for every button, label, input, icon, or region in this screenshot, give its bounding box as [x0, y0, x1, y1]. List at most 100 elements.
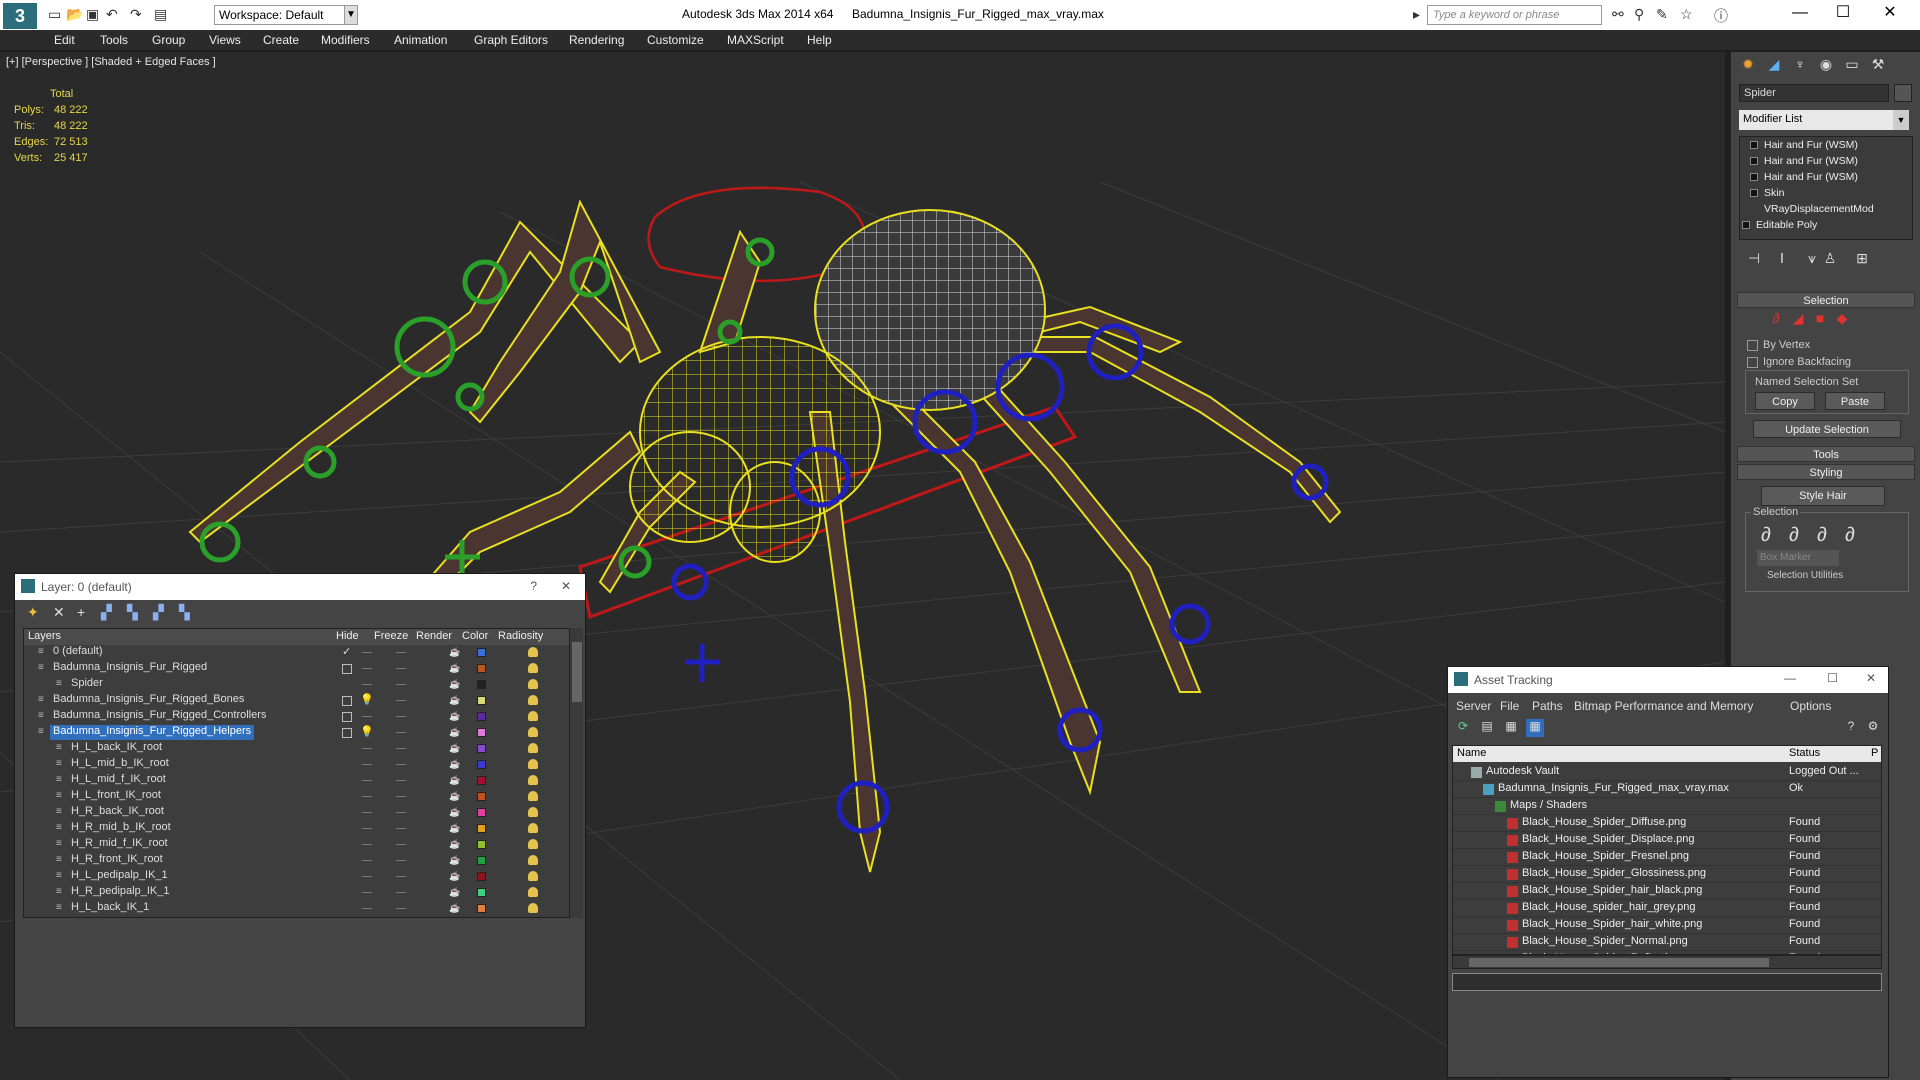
layer-help-button[interactable]: ?	[530, 579, 537, 593]
layer-row[interactable]: ≡ Badumna_Insignis_Fur_Rigged_Helpers 💡 ☕	[24, 725, 552, 741]
hierarchy-tab-icon[interactable]: ♆	[1789, 56, 1811, 76]
hide-dash[interactable]	[362, 668, 372, 669]
menu-group[interactable]: Group	[152, 33, 185, 47]
asset-menu-server[interactable]: Server	[1456, 699, 1491, 713]
layer-close-button[interactable]: ✕	[561, 579, 571, 593]
radiosity-icon[interactable]	[528, 903, 538, 913]
styling-rollout-header[interactable]: Styling	[1737, 464, 1915, 480]
active-layer-box[interactable]	[342, 728, 352, 738]
select-objects-icon[interactable]: ▞	[101, 604, 112, 621]
layer-color-swatch[interactable]	[477, 856, 486, 865]
radiosity-icon[interactable]	[528, 695, 538, 705]
col-render[interactable]: Render	[416, 630, 452, 642]
menu-customize[interactable]: Customize	[647, 33, 704, 47]
maximize-button[interactable]: ☐	[1823, 2, 1863, 26]
asset-menu-bitmap[interactable]: Bitmap Performance and Memory	[1574, 699, 1753, 713]
asset-name[interactable]: Autodesk Vault	[1486, 765, 1559, 777]
layer-color-swatch[interactable]	[477, 824, 486, 833]
menu-help[interactable]: Help	[807, 33, 832, 47]
radiosity-icon[interactable]	[528, 647, 538, 657]
menu-edit[interactable]: Edit	[54, 33, 75, 47]
ignore-backfacing-checkbox[interactable]: Ignore Backfacing	[1747, 356, 1851, 368]
active-layer-check-icon[interactable]: ✓	[342, 645, 351, 658]
freeze-dash[interactable]	[396, 844, 406, 845]
pin-stack-icon[interactable]: ⊣	[1743, 250, 1765, 270]
hide-dash[interactable]	[362, 812, 372, 813]
menu-graph-editors[interactable]: Graph Editors	[474, 33, 548, 47]
layer-color-swatch[interactable]	[477, 792, 486, 801]
asset-menu-options[interactable]: Options	[1790, 699, 1831, 713]
asset-hscrollbar[interactable]	[1452, 955, 1882, 969]
asset-name[interactable]: Black_House_Spider_Displace.png	[1522, 833, 1694, 845]
layer-name[interactable]: Badumna_Insignis_Fur_Rigged_Bones	[50, 693, 247, 708]
asset-menu-paths[interactable]: Paths	[1532, 699, 1563, 713]
layer-name[interactable]: H_R_pedipalp_IK_1	[68, 885, 172, 900]
select-hair-vertex-icon[interactable]: ∂	[1839, 524, 1861, 546]
layer-color-swatch[interactable]	[477, 872, 486, 881]
freeze-dash[interactable]	[396, 876, 406, 877]
layer-row[interactable]: ≡ H_L_front_IK_root ☕	[24, 789, 552, 805]
stack-item[interactable]: Hair and Fur (WSM)	[1740, 169, 1912, 185]
freeze-dash[interactable]	[396, 764, 406, 765]
radiosity-icon[interactable]	[528, 679, 538, 689]
radiosity-icon[interactable]	[528, 807, 538, 817]
stack-item[interactable]: Hair and Fur (WSM)	[1740, 137, 1912, 153]
modifier-list-arrow-icon[interactable]: ▼	[1893, 110, 1909, 130]
asset-name[interactable]: Black_House_Spider_Diffuse.png	[1522, 816, 1686, 828]
radiosity-icon[interactable]	[528, 759, 538, 769]
asset-minimize-button[interactable]: —	[1784, 671, 1796, 685]
list-view-icon[interactable]: ▤	[1478, 719, 1496, 737]
col-radiosity[interactable]: Radiosity	[498, 630, 543, 642]
layer-name[interactable]: H_L_back_IK_1	[68, 901, 152, 916]
asset-row[interactable]: Black_House_Spider_Fresnel.png Found	[1453, 849, 1881, 866]
radiosity-icon[interactable]	[528, 871, 538, 881]
layer-color-swatch[interactable]	[477, 744, 486, 753]
layer-color-swatch[interactable]	[477, 696, 486, 705]
layer-name[interactable]: H_R_front_IK_root	[68, 853, 166, 868]
layer-color-swatch[interactable]	[477, 888, 486, 897]
layer-name[interactable]: H_L_mid_f_IK_root	[68, 773, 169, 788]
asset-row[interactable]: Autodesk Vault Logged Out ...	[1453, 764, 1881, 781]
radiosity-icon[interactable]	[528, 711, 538, 721]
favorites-star-icon[interactable]: ☆	[1680, 6, 1693, 23]
freeze-dash[interactable]	[396, 796, 406, 797]
menu-modifiers[interactable]: Modifiers	[321, 33, 370, 47]
tools-rollout-header[interactable]: Tools	[1737, 446, 1915, 462]
active-layer-box[interactable]	[342, 696, 352, 706]
layer-row[interactable]: ≡ Spider ☕	[24, 677, 552, 693]
undo-icon[interactable]: ↶	[106, 6, 118, 23]
radiosity-icon[interactable]	[528, 743, 538, 753]
layer-color-swatch[interactable]	[477, 760, 486, 769]
asset-row[interactable]: Black_House_Spider_Displace.png Found	[1453, 832, 1881, 849]
search-arrow-icon[interactable]: ▸	[1413, 6, 1420, 23]
by-vertex-checkbox[interactable]: By Vertex	[1747, 339, 1810, 351]
menu-create[interactable]: Create	[263, 33, 299, 47]
asset-close-button[interactable]: ✕	[1866, 671, 1876, 685]
render-teapot-icon[interactable]: ☕	[449, 679, 460, 690]
freeze-dash[interactable]	[396, 668, 406, 669]
freeze-dash[interactable]	[396, 716, 406, 717]
freeze-dash[interactable]	[396, 828, 406, 829]
layer-name[interactable]: Badumna_Insignis_Fur_Rigged_Controllers	[50, 709, 269, 724]
paste-button[interactable]: Paste	[1825, 392, 1885, 410]
stack-item[interactable]: Hair and Fur (WSM)	[1740, 153, 1912, 169]
project-folder-icon[interactable]: ▤	[154, 6, 167, 23]
asset-name[interactable]: Black_House_Spider_hair_black.png	[1522, 884, 1702, 896]
create-tab-icon[interactable]: ✹	[1737, 56, 1759, 76]
copy-button[interactable]: Copy	[1755, 392, 1815, 410]
asset-row[interactable]: Black_House_Spider_Glossiness.png Found	[1453, 866, 1881, 883]
face-mode-icon[interactable]: ■	[1809, 310, 1831, 330]
layer-name[interactable]: H_L_mid_b_IK_root	[68, 757, 172, 772]
hide-dash[interactable]	[362, 892, 372, 893]
radiosity-icon[interactable]	[528, 791, 538, 801]
render-teapot-icon[interactable]: ☕	[449, 743, 460, 754]
layer-name[interactable]: H_L_back_IK_root	[68, 741, 165, 756]
select-hair-guide-icon[interactable]: ∂	[1755, 524, 1777, 546]
workspace-dropdown[interactable]: Workspace: Default	[214, 5, 354, 25]
freeze-dash[interactable]	[396, 780, 406, 781]
asset-row[interactable]: Black_House_Spider_Diffuse.png Found	[1453, 815, 1881, 832]
app-logo[interactable]: 3	[3, 3, 37, 29]
new-file-icon[interactable]: ▭	[48, 6, 61, 23]
asset-menu-file[interactable]: File	[1500, 699, 1519, 713]
render-teapot-icon[interactable]: ☕	[449, 871, 460, 882]
